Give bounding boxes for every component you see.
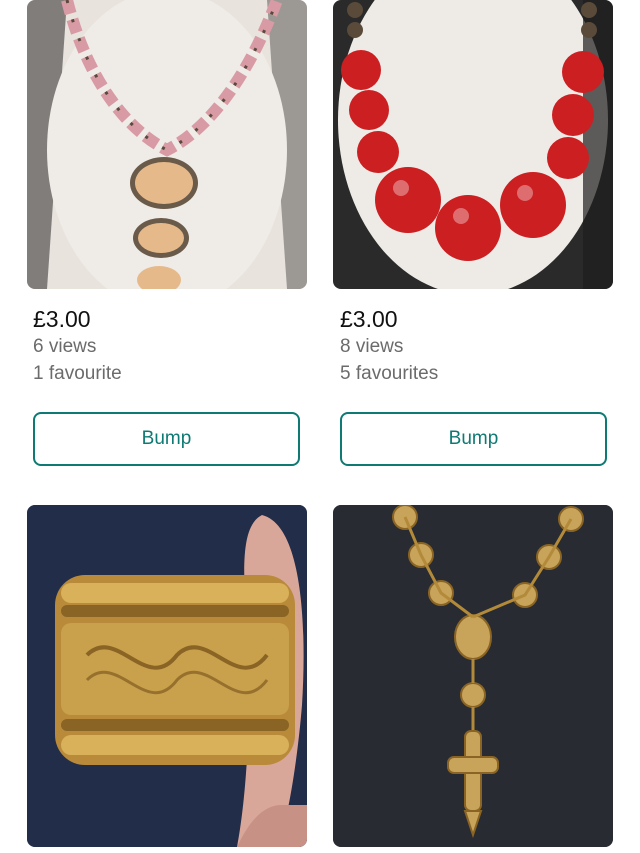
item-photo-gold-rosary[interactable] xyxy=(333,505,613,847)
item-views: 8 views xyxy=(340,336,404,357)
item-favourites: 1 favourite xyxy=(33,363,122,384)
item-price: £3.00 xyxy=(340,306,398,332)
item-views: 6 views xyxy=(33,336,97,357)
item-photo-pink-necklace[interactable] xyxy=(27,0,307,289)
item-favourites: 5 favourites xyxy=(340,363,439,384)
item-price: £3.00 xyxy=(33,306,91,332)
item-photo-gold-cuff[interactable] xyxy=(27,505,307,847)
bump-button[interactable]: Bump xyxy=(33,412,300,466)
item-photo-red-necklace[interactable] xyxy=(333,0,613,289)
bump-button[interactable]: Bump xyxy=(340,412,607,466)
listing-grid: £3.00 6 views 1 favourite Bump £3.00 8 v… xyxy=(0,0,640,853)
